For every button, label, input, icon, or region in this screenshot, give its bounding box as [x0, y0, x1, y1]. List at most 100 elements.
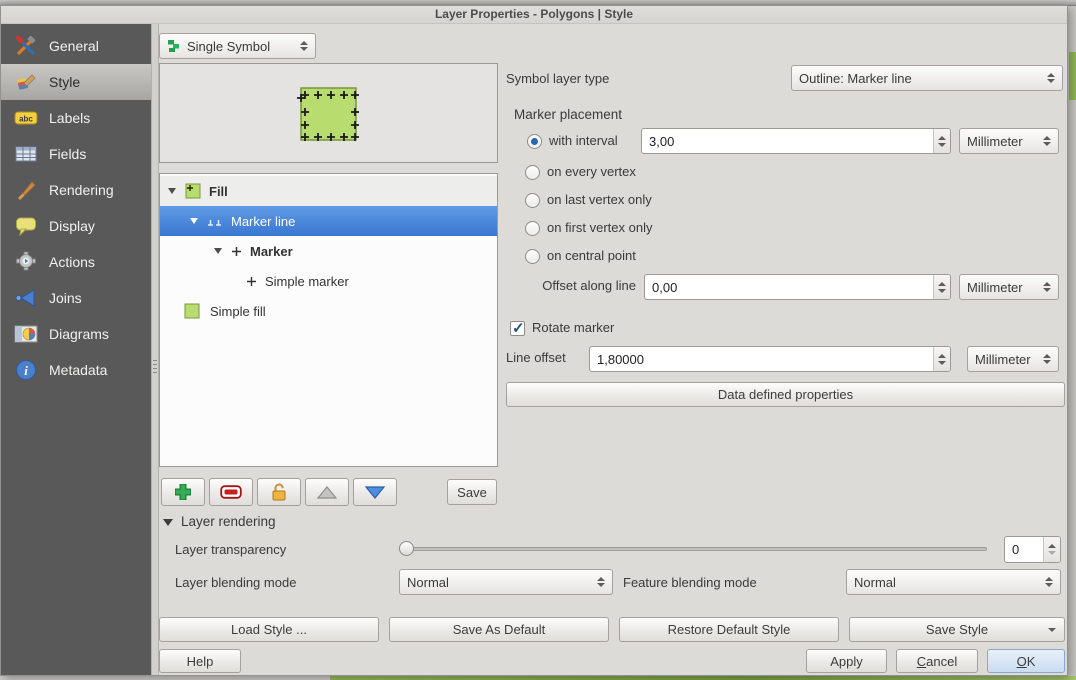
line-offset-input[interactable] — [590, 347, 933, 371]
save-symbol-button[interactable]: Save — [447, 479, 497, 505]
remove-symbol-layer-button[interactable] — [209, 478, 253, 506]
tree-row-marker[interactable]: Marker — [160, 236, 497, 266]
combo-arrows-icon — [1047, 73, 1055, 83]
sidebar-item-labels[interactable]: abc Labels — [1, 100, 151, 136]
restore-default-style-button[interactable]: Restore Default Style — [619, 617, 839, 642]
save-style-menu-button[interactable]: Save Style — [849, 617, 1065, 642]
interval-input[interactable] — [642, 129, 933, 153]
transparency-spinbox — [1004, 536, 1061, 563]
labels-icon: abc — [14, 106, 38, 130]
lock-symbol-layer-button[interactable] — [257, 478, 301, 506]
add-symbol-layer-button[interactable] — [161, 478, 205, 506]
spinner-arrows-icon[interactable] — [933, 347, 950, 371]
data-defined-properties-label: Data defined properties — [718, 387, 853, 402]
splitter-grip — [153, 360, 157, 374]
dialog-titlebar[interactable]: Layer Properties - Polygons | Style — [1, 6, 1067, 24]
offset-unit-select[interactable]: Millimeter — [959, 274, 1059, 300]
line-offset-spinbox — [589, 346, 951, 372]
symbol-layer-type-select[interactable]: Outline: Marker line — [791, 65, 1063, 91]
sidebar-item-joins[interactable]: Joins — [1, 280, 151, 316]
tree-row-label: Fill — [209, 184, 228, 199]
interval-unit-select[interactable]: Millimeter — [959, 128, 1059, 154]
sidebar-item-display[interactable]: Display — [1, 208, 151, 244]
radio-label-on-every-vertex[interactable]: on every vertex — [547, 164, 636, 180]
sidebar-item-actions[interactable]: Actions — [1, 244, 151, 280]
offset-along-line-input[interactable] — [645, 275, 933, 299]
simple-marker-icon — [246, 276, 257, 287]
fill-symbol-icon — [185, 183, 201, 199]
spinner-arrows-icon[interactable] — [1043, 537, 1060, 562]
layer-transparency-label: Layer transparency — [175, 542, 286, 558]
transparency-slider-track[interactable] — [399, 547, 987, 551]
radio-on-first-vertex-only[interactable] — [525, 221, 540, 236]
sidebar-item-metadata[interactable]: i Metadata — [1, 352, 151, 388]
sidebar-item-label: Labels — [49, 110, 90, 126]
ok-label: OK — [1017, 654, 1036, 669]
sidebar-item-style[interactable]: Style — [1, 64, 151, 100]
apply-button[interactable]: Apply — [806, 649, 887, 673]
expander-icon[interactable] — [190, 218, 198, 224]
move-layer-up-button[interactable] — [305, 478, 349, 506]
sidebar-item-fields[interactable]: Fields — [1, 136, 151, 172]
radio-label-on-last-vertex-only[interactable]: on last vertex only — [547, 192, 652, 208]
sidebar-item-general[interactable]: General — [1, 28, 151, 64]
splitter-handle[interactable] — [151, 24, 159, 675]
radio-on-every-vertex[interactable] — [525, 165, 540, 180]
feature-blending-value: Normal — [854, 575, 1040, 590]
expander-icon[interactable] — [214, 248, 222, 254]
radio-label-on-first-vertex-only[interactable]: on first vertex only — [547, 220, 653, 236]
tree-row-marker-line[interactable]: Marker line — [160, 206, 497, 236]
ok-button[interactable]: OK — [987, 649, 1065, 673]
save-as-default-button[interactable]: Save As Default — [389, 617, 609, 642]
offset-along-line-spinbox — [644, 274, 951, 300]
layer-rendering-header[interactable]: Layer rendering — [181, 514, 276, 530]
load-style-button[interactable]: Load Style ... — [159, 617, 379, 642]
help-label: Help — [187, 654, 214, 669]
tree-row-simple-fill[interactable]: Simple fill — [160, 296, 497, 326]
symbol-preview-panel — [159, 63, 498, 163]
tree-row-simple-marker[interactable]: Simple marker — [160, 266, 497, 296]
interval-spinbox — [641, 128, 951, 154]
dialog-title: Layer Properties - Polygons | Style — [435, 7, 633, 21]
joins-icon — [14, 286, 38, 310]
blending-value: Normal — [407, 575, 592, 590]
help-button[interactable]: Help — [159, 649, 241, 673]
radio-on-last-vertex-only[interactable] — [525, 193, 540, 208]
feature-blending-mode-select[interactable]: Normal — [846, 569, 1061, 595]
display-icon — [14, 214, 38, 238]
restore-default-style-label: Restore Default Style — [668, 622, 791, 637]
sidebar-item-label: Display — [49, 218, 95, 234]
renderer-select[interactable]: Single Symbol — [159, 33, 316, 59]
symbol-layer-type-value: Outline: Marker line — [799, 71, 1042, 86]
sidebar-item-label: General — [49, 38, 99, 54]
save-as-default-label: Save As Default — [453, 622, 546, 637]
sidebar-item-label: Joins — [49, 290, 82, 306]
radio-with-interval[interactable] — [527, 134, 542, 149]
background-map-strip — [0, 676, 1076, 680]
spinner-arrows-icon[interactable] — [933, 275, 950, 299]
tree-row-label: Marker line — [231, 214, 295, 229]
radio-label-with-interval[interactable]: with interval — [549, 133, 618, 149]
cancel-button[interactable]: Cancel — [896, 649, 978, 673]
fields-icon — [14, 142, 38, 166]
spinner-arrows-icon[interactable] — [933, 129, 950, 153]
line-offset-unit-select[interactable]: Millimeter — [967, 346, 1059, 372]
layer-blending-mode-select[interactable]: Normal — [399, 569, 613, 595]
transparency-slider-handle[interactable] — [399, 541, 414, 556]
combo-arrows-icon — [1045, 577, 1053, 587]
rotate-marker-checkbox[interactable] — [510, 321, 525, 336]
radio-label-on-central-point[interactable]: on central point — [547, 248, 636, 264]
style-page-content: Single Symbol — [159, 24, 1067, 675]
tree-row-fill[interactable]: Fill — [160, 176, 497, 206]
sidebar-item-rendering[interactable]: Rendering — [1, 172, 151, 208]
expander-icon[interactable] — [168, 188, 176, 194]
unit-value: Millimeter — [967, 280, 1038, 295]
layer-rendering-collapse-icon[interactable] — [163, 519, 173, 526]
data-defined-properties-button[interactable]: Data defined properties — [506, 382, 1065, 407]
actions-icon — [14, 250, 38, 274]
rotate-marker-label[interactable]: Rotate marker — [532, 320, 614, 336]
sidebar-item-diagrams[interactable]: Diagrams — [1, 316, 151, 352]
move-layer-down-button[interactable] — [353, 478, 397, 506]
radio-on-central-point[interactable] — [525, 249, 540, 264]
transparency-input[interactable] — [1005, 537, 1043, 562]
